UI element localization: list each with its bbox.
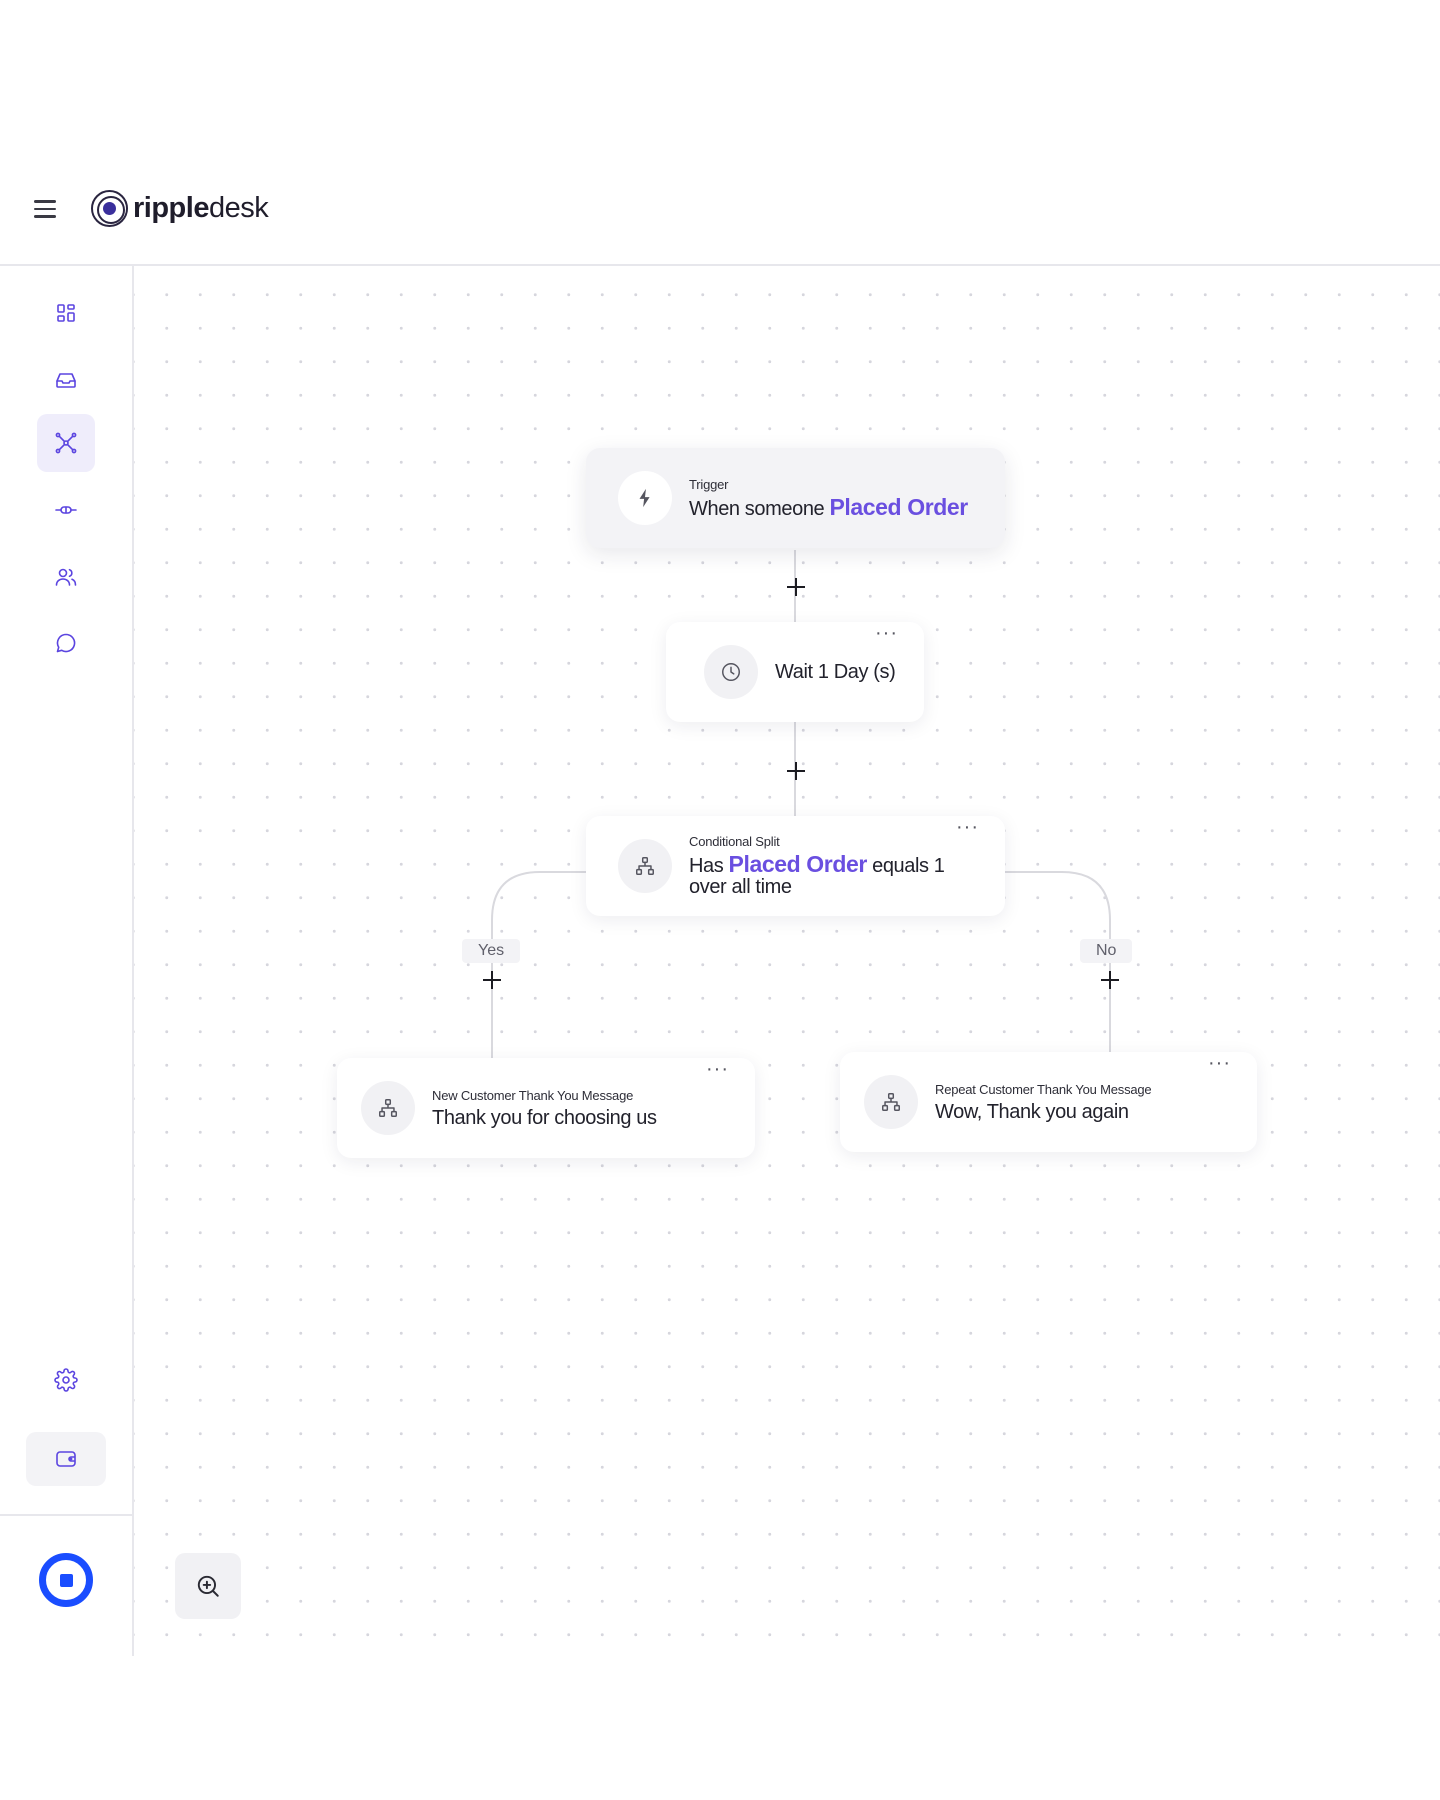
add-step-button[interactable] (785, 760, 807, 782)
yes-branch-label: Yes (462, 939, 521, 963)
trigger-icon-wrap (618, 471, 672, 525)
sidebar-item-inbox[interactable] (37, 351, 95, 409)
trigger-node[interactable]: Trigger When someone Placed Order (586, 448, 1005, 548)
wait-title: Wait 1 Day (s) (775, 660, 896, 683)
repeat-customer-message-node[interactable]: ··· Repeat Customer Thank You Message Wo… (840, 1052, 1257, 1152)
more-icon[interactable]: ··· (875, 623, 898, 643)
hierarchy-icon (379, 1099, 397, 1117)
clock-icon (722, 663, 740, 681)
split-icon-wrap (618, 839, 672, 893)
zoom-in-icon (197, 1575, 219, 1597)
add-step-yes-button[interactable] (481, 969, 503, 991)
add-step-button[interactable] (785, 576, 807, 598)
network-icon (55, 432, 77, 454)
wallet-button[interactable] (26, 1432, 106, 1486)
chat-icon (56, 633, 76, 653)
no-node-title: Wow, Thank you again (935, 1100, 1129, 1123)
sidebar (0, 266, 134, 1656)
conditional-split-node[interactable]: ··· Conditional Split Has Placed Order e… (586, 816, 1005, 916)
app-logo[interactable]: rippledesk (91, 188, 269, 228)
help-button[interactable] (39, 1553, 93, 1607)
settings-button[interactable] (37, 1351, 95, 1409)
split-title: Has Placed Order equals 1 over all time (689, 851, 945, 898)
link-icon (55, 506, 77, 514)
trigger-label: Trigger (689, 476, 729, 492)
grid-icon (57, 304, 75, 322)
trigger-event: Placed Order (829, 493, 968, 520)
more-icon[interactable]: ··· (706, 1059, 729, 1079)
sidebar-divider (0, 1514, 132, 1516)
logo-icon (91, 189, 128, 227)
logo-text: rippledesk (133, 191, 269, 224)
gear-icon (54, 1368, 78, 1392)
sidebar-item-flows[interactable] (37, 414, 95, 472)
lightning-icon (639, 488, 650, 508)
no-node-label: Repeat Customer Thank You Message (935, 1081, 1152, 1097)
users-icon (55, 568, 77, 586)
zoom-in-button[interactable] (175, 1553, 241, 1619)
hierarchy-icon (636, 857, 654, 875)
help-icon (59, 1573, 73, 1587)
add-step-no-button[interactable] (1099, 969, 1121, 991)
more-icon[interactable]: ··· (956, 817, 979, 837)
trigger-title: When someone Placed Order (689, 493, 968, 520)
no-branch-label: No (1080, 939, 1133, 963)
sidebar-item-dashboard[interactable] (37, 284, 95, 342)
more-icon[interactable]: ··· (1208, 1053, 1231, 1073)
message-icon-wrap (864, 1075, 918, 1129)
split-label: Conditional Split (689, 834, 780, 849)
menu-icon[interactable] (34, 200, 56, 218)
sidebar-item-integrations[interactable] (37, 481, 95, 539)
yes-node-title: Thank you for choosing us (432, 1106, 657, 1129)
top-header: rippledesk (0, 155, 1440, 266)
sidebar-item-messages[interactable] (37, 614, 95, 672)
hierarchy-icon (882, 1093, 900, 1111)
yes-node-label: New Customer Thank You Message (432, 1087, 634, 1103)
split-event: Placed Order (728, 851, 868, 877)
new-customer-message-node[interactable]: ··· New Customer Thank You Message Thank… (337, 1058, 755, 1158)
sidebar-item-contacts[interactable] (37, 548, 95, 606)
inbox-icon (56, 373, 76, 388)
wait-icon-wrap (704, 645, 758, 699)
wallet-icon (56, 1451, 76, 1467)
message-icon-wrap (361, 1081, 415, 1135)
wait-node[interactable]: ··· Wait 1 Day (s) (666, 622, 924, 722)
